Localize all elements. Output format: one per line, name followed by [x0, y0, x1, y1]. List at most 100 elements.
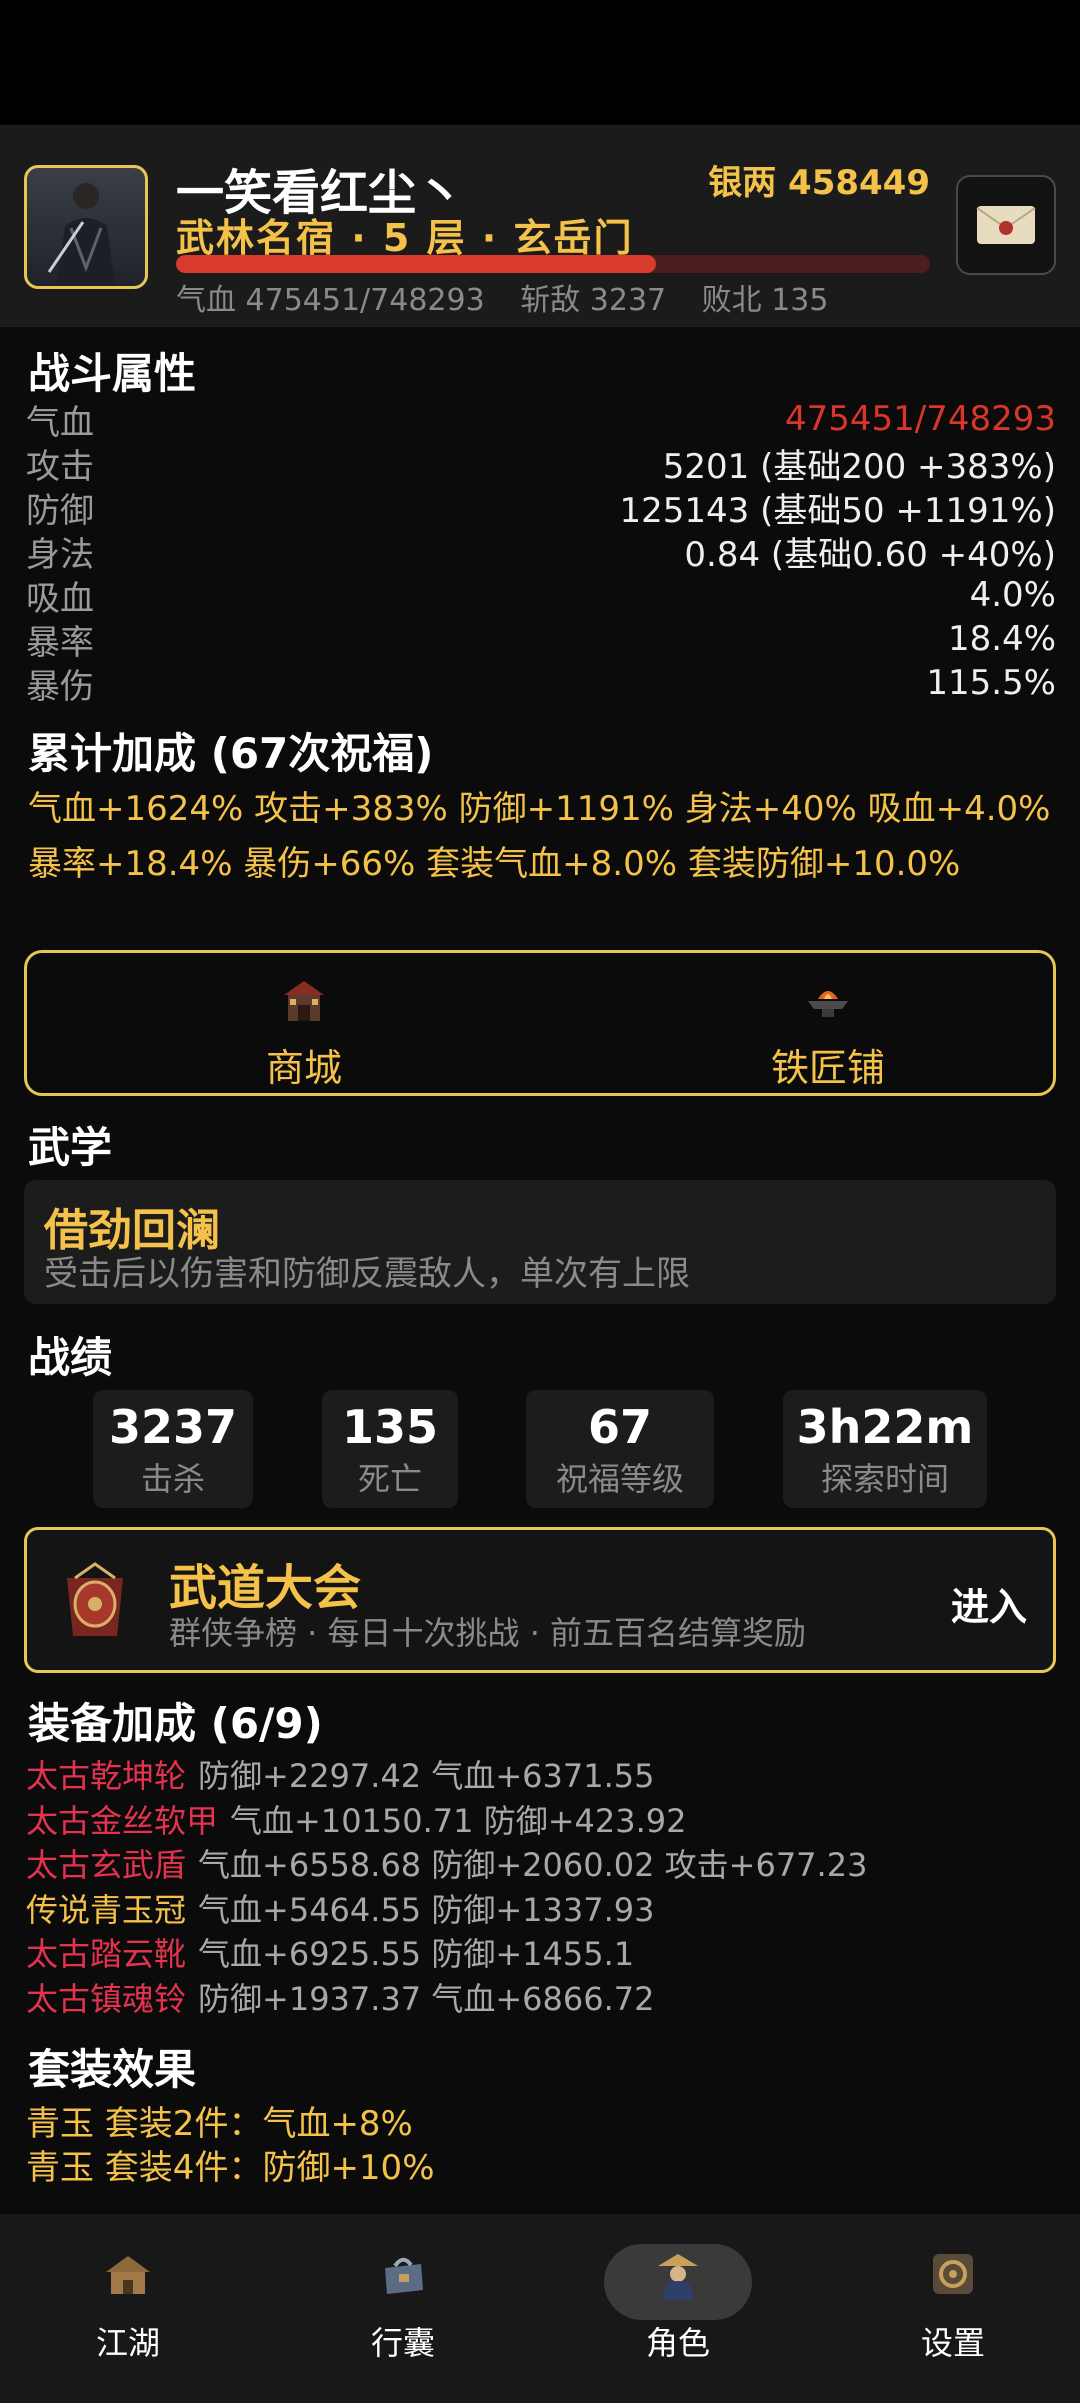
equipment-name: 太古乾坤轮: [26, 1757, 187, 1796]
attr-label: 身法: [26, 534, 94, 575]
attr-row-hp: 气血 475451/748293: [26, 397, 1056, 443]
equipment-bonus: 气血+6558.68 防御+2060.02 攻击+677.23: [198, 1846, 868, 1885]
equipment-list: 太古乾坤轮 防御+2297.42 气血+6371.55 太古金丝软甲 气血+10…: [26, 1752, 1056, 2019]
attr-label: 暴率: [26, 622, 94, 663]
stat-kills: 3237 击杀: [93, 1390, 253, 1508]
attr-value: 5201 (基础200 +383%): [662, 446, 1056, 487]
stat-explore-time: 3h22m 探索时间: [783, 1390, 987, 1508]
anvil-icon: [808, 991, 848, 1017]
blacksmith-label: 铁匠铺: [770, 1046, 885, 1090]
skill-description: 受击后以伤害和防御反震敌人，单次有上限: [44, 1254, 690, 1294]
stat-label: 死亡: [357, 1460, 422, 1498]
attr-label: 防御: [26, 490, 94, 531]
equipment-bonus: 气血+6925.55 防御+1455.1: [198, 1935, 635, 1974]
tab-inventory[interactable]: 行囊: [308, 2244, 498, 2364]
equipment-name: 太古镇魂铃: [26, 1979, 187, 2018]
header-kills: 斩敌 3237: [520, 283, 667, 318]
stat-label: 祝福等级: [555, 1460, 684, 1498]
attr-row-agility: 身法 0.84 (基础0.60 +40%): [26, 529, 1056, 575]
tab-character[interactable]: 角色: [583, 2244, 773, 2364]
equipment-row[interactable]: 传说青玉冠 气血+5464.55 防御+1337.93: [26, 1886, 1056, 1931]
equipment-bonus: 防御+2297.42 气血+6371.55: [198, 1757, 655, 1796]
silver-balance: 银两 458449: [708, 163, 930, 203]
shop-button[interactable]: 商城: [204, 975, 404, 1092]
bonus-title: 累计加成 (67次祝福): [28, 729, 434, 778]
attr-value: 115.5%: [926, 663, 1056, 703]
arena-banner[interactable]: 武道大会 群侠争榜 · 每日十次挑战 · 前五百名结算奖励 进入: [24, 1527, 1056, 1673]
equipment-bonus: 气血+10150.71 防御+423.92: [230, 1801, 687, 1840]
hp-bar: [176, 255, 930, 273]
equipment-row[interactable]: 太古踏云靴 气血+6925.55 防御+1455.1: [26, 1930, 1056, 1975]
arena-enter-button[interactable]: 进入: [951, 1576, 1027, 1631]
attr-label: 气血: [26, 402, 94, 443]
attr-row-crit-rate: 暴率 18.4%: [26, 617, 1056, 663]
set-effects-list: 青玉 套装2件：气血+8% 青玉 套装4件：防御+10%: [26, 2098, 435, 2188]
equipment-row[interactable]: 太古乾坤轮 防御+2297.42 气血+6371.55: [26, 1752, 1056, 1797]
stat-value: 135: [341, 1400, 439, 1454]
equipment-row[interactable]: 太古金丝软甲 气血+10150.71 防御+423.92: [26, 1797, 1056, 1842]
attr-value: 0.84 (基础0.60 +40%): [684, 534, 1056, 575]
tab-settings[interactable]: 设置: [858, 2244, 1048, 2364]
header-defeats: 败北 135: [701, 283, 829, 318]
equipment-row[interactable]: 太古镇魂铃 防御+1937.37 气血+6866.72: [26, 1975, 1056, 2020]
tab-jianghu[interactable]: 江湖: [33, 2244, 223, 2364]
stat-blessing-level: 67 祝福等级: [526, 1390, 714, 1508]
attr-value: 18.4%: [947, 619, 1056, 659]
equipment-bonus: 气血+5464.55 防御+1337.93: [198, 1890, 655, 1929]
equipment-name: 太古玄武盾: [26, 1846, 187, 1885]
martial-title: 武学: [28, 1123, 113, 1172]
attr-row-crit-damage: 暴伤 115.5%: [26, 661, 1056, 707]
bottom-tab-bar: 江湖 行囊 角色 设置: [0, 2214, 1080, 2403]
stat-value: 3237: [108, 1400, 238, 1454]
character-header: 一笑看红尘丶 银两 458449 武林名宿 · 5 层 · 玄岳门 气血 475…: [0, 125, 1080, 327]
attr-label: 吸血: [26, 578, 94, 619]
attr-value: 125143 (基础50 +1191%): [619, 490, 1056, 531]
status-bar: [0, 0, 1080, 125]
header-stats: 气血 475451/748293 斩敌 3237 败北 135: [176, 275, 854, 319]
tab-label: 设置: [920, 2324, 985, 2362]
skill-card[interactable]: 借劲回澜 受击后以伤害和防御反震敌人，单次有上限: [24, 1180, 1056, 1304]
attr-row-defense: 防御 125143 (基础50 +1191%): [26, 485, 1056, 531]
tab-label: 江湖: [95, 2324, 160, 2362]
settings-icon: [933, 2254, 973, 2294]
equipment-name: 太古金丝软甲: [26, 1801, 219, 1840]
combat-title: 战斗属性: [28, 349, 197, 398]
mail-button[interactable]: [956, 175, 1056, 275]
record-title: 战绩: [28, 1333, 113, 1382]
stat-value: 3h22m: [796, 1400, 974, 1454]
stat-label: 探索时间: [820, 1460, 949, 1498]
set-effect-item: 青玉 套装4件：防御+10%: [26, 2147, 435, 2188]
equipment-bonus: 防御+1937.37 气血+6866.72: [198, 1979, 655, 2018]
character-rank: 武林名宿 · 5 层 · 玄岳门: [176, 216, 634, 260]
equipment-name: 太古踏云靴: [26, 1935, 187, 1974]
stat-label: 击杀: [140, 1460, 205, 1498]
hp-bar-fill: [176, 255, 656, 273]
shop-icon: [284, 981, 324, 1021]
equipment-title: 装备加成 (6/9): [28, 1699, 323, 1748]
envelope-icon: [976, 206, 1036, 244]
set-effect-item: 青玉 套装2件：气血+8%: [26, 2103, 413, 2144]
arena-subtitle: 群侠争榜 · 每日十次挑战 · 前五百名结算奖励: [169, 1614, 807, 1652]
tab-label: 行囊: [370, 2324, 435, 2362]
tab-label: 角色: [645, 2324, 710, 2362]
attr-row-lifesteal: 吸血 4.0%: [26, 573, 1056, 619]
village-icon: [106, 2256, 150, 2294]
equipment-row[interactable]: 太古玄武盾 气血+6558.68 防御+2060.02 攻击+677.23: [26, 1841, 1056, 1886]
shop-panel: 商城 铁匠铺: [24, 950, 1056, 1096]
attr-label: 攻击: [26, 446, 94, 487]
stat-value: 67: [587, 1400, 652, 1454]
attr-value: 4.0%: [969, 575, 1056, 615]
shop-label: 商城: [265, 1046, 342, 1090]
attr-row-attack: 攻击 5201 (基础200 +383%): [26, 441, 1056, 487]
equipment-name: 传说青玉冠: [26, 1890, 187, 1929]
attr-label: 暴伤: [26, 666, 94, 707]
attr-value: 475451/748293: [784, 399, 1056, 439]
character-avatar[interactable]: [24, 165, 148, 289]
character-icon: [658, 2254, 698, 2300]
blacksmith-button[interactable]: 铁匠铺: [728, 975, 928, 1092]
bonus-text: 气血+1624% 攻击+383% 防御+1191% 身法+40% 吸血+4.0%…: [28, 789, 1051, 884]
arena-drum-icon: [67, 1562, 123, 1636]
set-effects-title: 套装效果: [28, 2045, 197, 2094]
stat-deaths: 135 死亡: [322, 1390, 458, 1508]
attribute-table: 气血 475451/748293 攻击 5201 (基础200 +383%) 防…: [26, 397, 1056, 707]
